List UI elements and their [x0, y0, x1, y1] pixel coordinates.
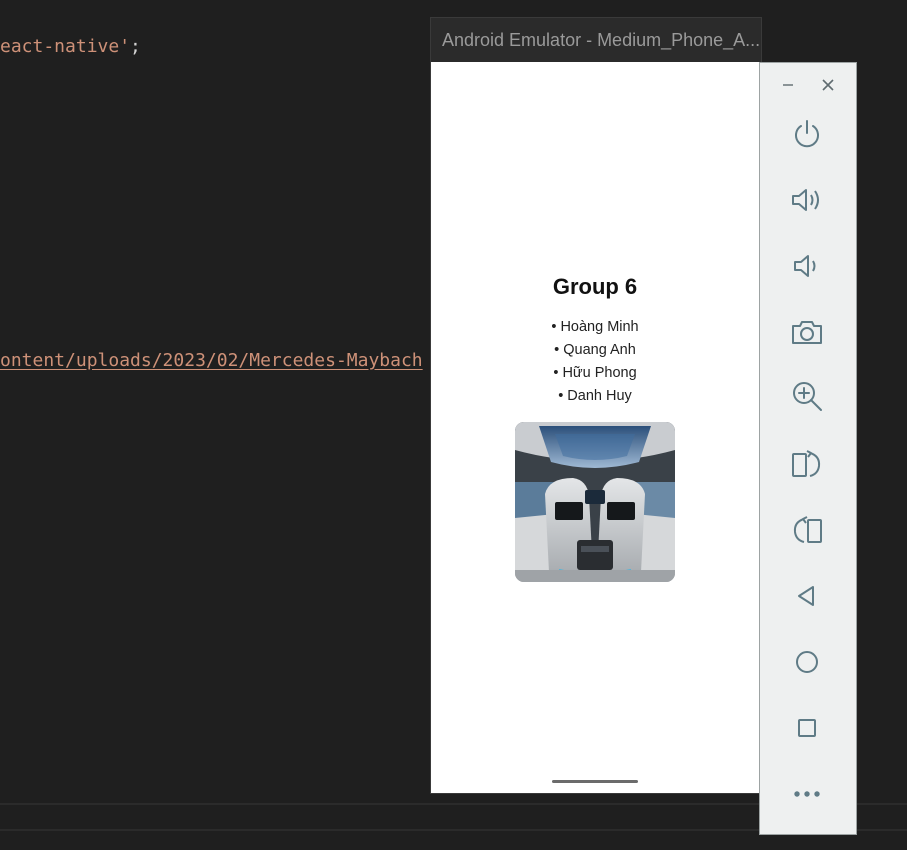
bullet: •	[558, 388, 564, 404]
camera-icon[interactable]	[786, 311, 828, 353]
list-item: • Quang Anh	[431, 339, 759, 362]
zoom-icon[interactable]	[786, 375, 828, 417]
code-punctuation: ;	[130, 36, 141, 57]
member-list: • Hoàng Minh • Quang Anh • Hữu Phong • Danh …	[431, 316, 759, 408]
rotate-left-icon[interactable]	[786, 443, 828, 485]
code-string: eact-native'	[0, 36, 131, 57]
back-icon[interactable]	[786, 575, 828, 617]
bullet: •	[554, 342, 560, 358]
overview-icon[interactable]	[786, 707, 828, 749]
member-name: Hữu Phong	[562, 365, 637, 381]
list-item: • Hữu Phong	[431, 362, 759, 385]
more-icon[interactable]	[786, 773, 828, 815]
volume-up-icon[interactable]	[786, 179, 828, 221]
bullet: •	[551, 319, 557, 335]
code-line-import[interactable]: eact-native';	[0, 36, 141, 57]
emulator-title[interactable]: Android Emulator - Medium_Phone_A...	[431, 18, 761, 62]
close-icon[interactable]	[816, 75, 840, 95]
member-name: Quang Anh	[563, 342, 636, 358]
emulator-window: Android Emulator - Medium_Phone_A... Gro…	[431, 18, 761, 793]
member-name: Danh Huy	[567, 388, 632, 404]
code-url-string: ontent/uploads/2023/02/Mercedes-Maybach	[0, 350, 423, 371]
power-icon[interactable]	[786, 113, 828, 155]
volume-down-icon[interactable]	[786, 245, 828, 287]
minimize-icon[interactable]	[776, 75, 800, 95]
rotate-right-icon[interactable]	[786, 509, 828, 551]
member-name: Hoàng Minh	[560, 319, 639, 335]
bullet: •	[553, 365, 559, 381]
emulator-control-panel	[760, 63, 856, 834]
list-item: • Danh Huy	[431, 385, 759, 408]
app-title: Group 6	[552, 274, 638, 299]
phone-screen[interactable]: Group 6 • Hoàng Minh • Quang Anh • Hữu Phon…	[431, 62, 761, 793]
code-line-url[interactable]: ontent/uploads/2023/02/Mercedes-Maybach	[0, 350, 423, 371]
home-icon[interactable]	[786, 641, 828, 683]
home-indicator[interactable]	[552, 780, 638, 783]
list-item: • Hoàng Minh	[431, 316, 759, 339]
car-interior-image	[515, 422, 675, 582]
